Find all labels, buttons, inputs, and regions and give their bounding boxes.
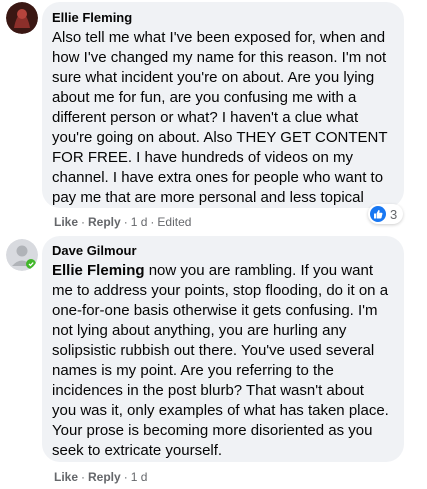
like-button[interactable]: Like	[54, 470, 78, 484]
like-button[interactable]: Like	[54, 215, 78, 229]
reaction-count: 3	[390, 206, 398, 222]
timestamp[interactable]: 1 d	[131, 215, 148, 229]
reply-button[interactable]: Reply	[88, 215, 121, 229]
comment-author[interactable]: Dave Gilmour	[52, 243, 392, 259]
avatar-ellie-fleming[interactable]	[6, 2, 38, 34]
comment-bubble: Ellie Fleming Also tell me what I've bee…	[42, 2, 404, 208]
comment-text: now you are rambling. If you want me to …	[52, 262, 389, 459]
reaction-summary[interactable]: 3	[368, 204, 404, 224]
reply-button[interactable]: Reply	[88, 470, 121, 484]
comment-author[interactable]: Ellie Fleming	[52, 10, 392, 26]
comment-text: Also tell me what I've been exposed for,…	[52, 29, 388, 206]
mention-link[interactable]: Ellie Fleming	[52, 262, 145, 279]
comment-actions: Like · Reply · 1 d · Edited	[54, 215, 192, 229]
edited-label: Edited	[157, 215, 192, 229]
comment-actions: Like · Reply · 1 d	[54, 470, 148, 484]
thumbs-up-icon	[370, 206, 386, 222]
comment-text-container: Ellie Fleming now you are rambling. If y…	[52, 261, 392, 461]
avatar-dave-gilmour[interactable]	[6, 239, 38, 271]
comment-bubble: Dave Gilmour Ellie Fleming now you are r…	[42, 236, 404, 462]
timestamp[interactable]: 1 d	[131, 470, 148, 484]
